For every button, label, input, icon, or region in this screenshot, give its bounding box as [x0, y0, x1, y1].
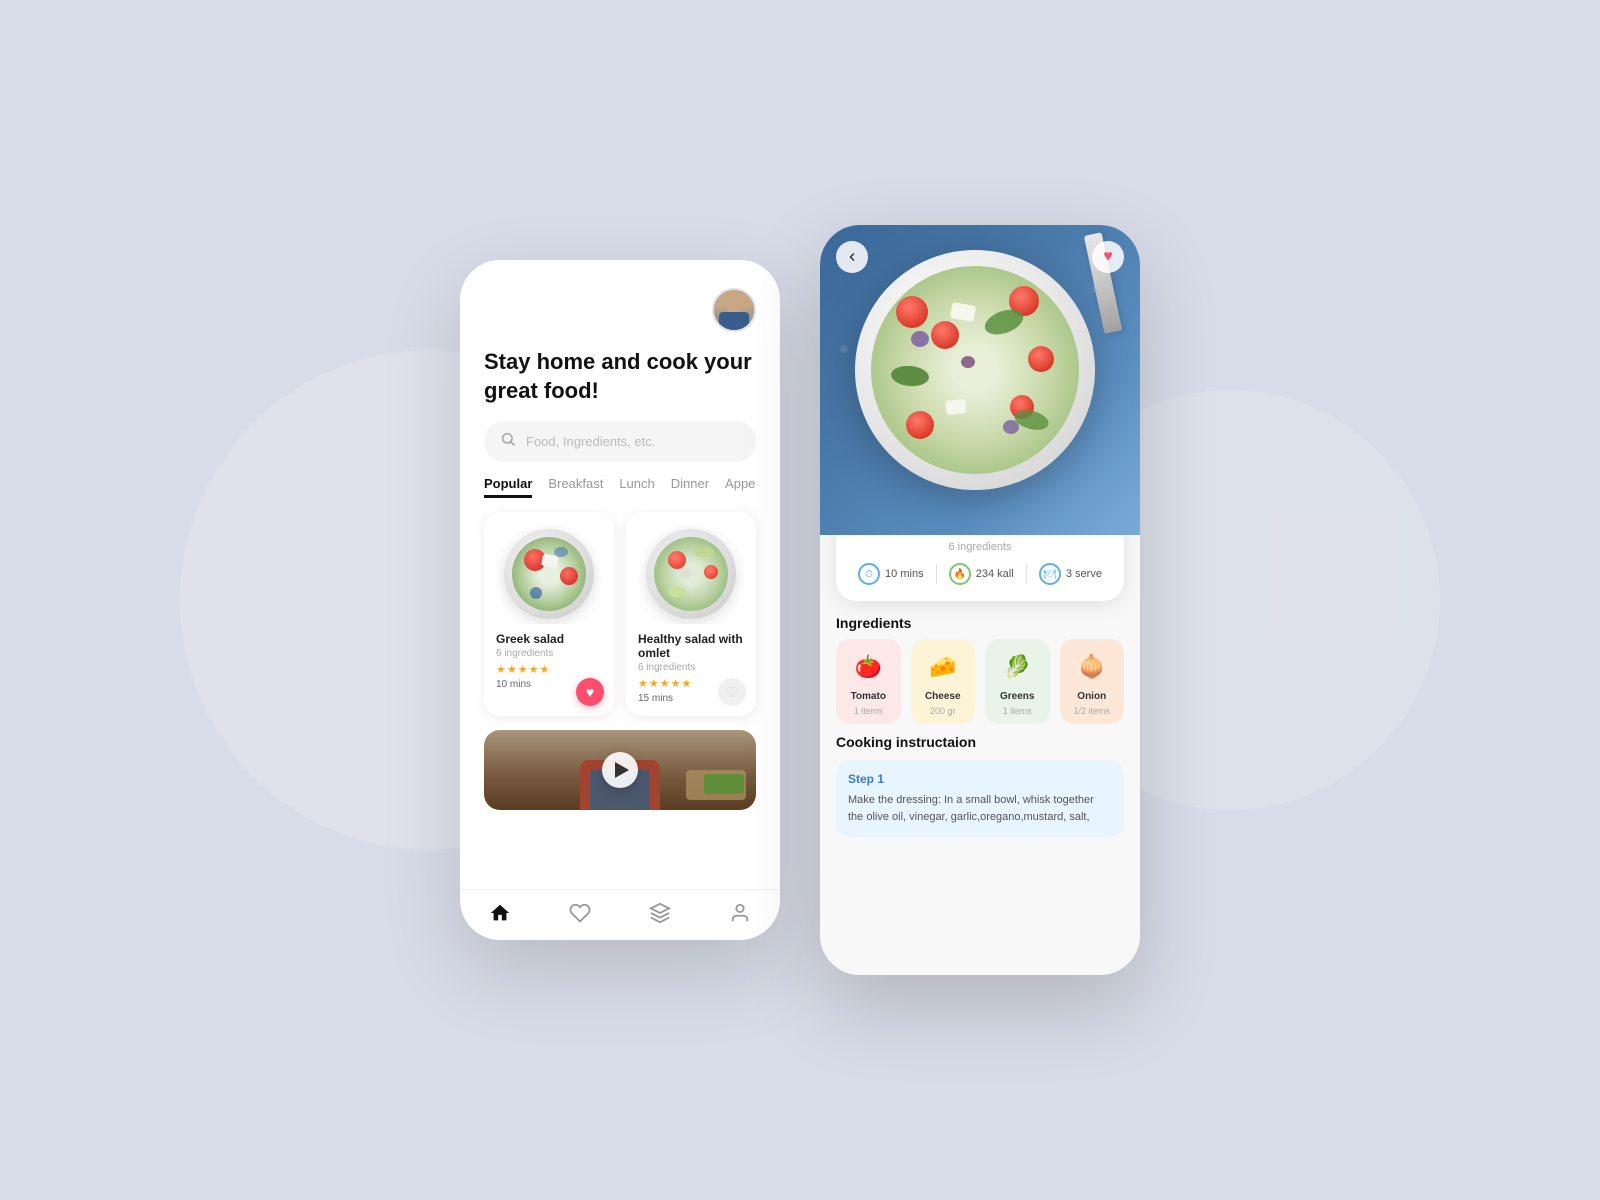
tabs-row: Popular Breakfast Lunch Dinner Appe	[460, 462, 780, 498]
heart-button-1[interactable]: ♥	[576, 678, 604, 706]
ingredients-row: 🍅 Tomato 1 items 🧀 Cheese 200 gr 🥬 Green…	[820, 639, 1140, 724]
phone2-screen: ♥ Greek Salad 6 ingredients ⏱ 10 mins	[820, 225, 1140, 975]
tomato-icon: 🍅	[848, 647, 888, 687]
ingredients-section-title: Ingredients	[820, 601, 1140, 639]
ingredient-greens: 🥬 Greens 1 items	[985, 639, 1050, 724]
recipe-hero-image: ♥	[820, 225, 1140, 535]
tab-popular[interactable]: Popular	[484, 476, 532, 498]
bottom-nav	[460, 889, 780, 940]
play-icon	[615, 762, 629, 778]
food-card-ingredients-1: 6 ingredients	[496, 648, 602, 659]
greens-name: Greens	[1000, 691, 1034, 702]
star-5: ★	[540, 663, 550, 676]
nav-profile[interactable]	[729, 902, 751, 924]
hero-title-section: Stay home and cook your great food!	[460, 332, 780, 405]
food-cards-row: Greek salad 6 ingredients ★ ★ ★ ★ ★ 10 m…	[460, 498, 780, 716]
phone1-header	[460, 260, 780, 332]
tab-dinner[interactable]: Dinner	[671, 476, 709, 498]
video-section[interactable]	[484, 730, 756, 810]
play-button[interactable]	[602, 752, 638, 788]
food-card-name-2: Healthy salad with omlet	[638, 632, 744, 660]
tab-lunch[interactable]: Lunch	[619, 476, 654, 498]
star-2: ★	[507, 663, 517, 676]
star-4: ★	[529, 663, 539, 676]
cheese-icon: 🧀	[923, 647, 963, 687]
recipe-ingredients-count: 6 ingredients	[852, 541, 1108, 553]
phone1-screen: Stay home and cook your great food! Food…	[460, 260, 780, 940]
ingredient-onion: 🧅 Onion 1/2 items	[1060, 639, 1125, 724]
tab-appe[interactable]: Appe	[725, 476, 755, 498]
search-placeholder: Food, Ingredients, etc.	[526, 434, 655, 449]
search-icon	[500, 431, 516, 452]
food-card-greek-salad[interactable]: Greek salad 6 ingredients ★ ★ ★ ★ ★ 10 m…	[484, 512, 614, 716]
star-3: ★	[518, 663, 528, 676]
cheese-amount: 200 gr	[930, 706, 956, 716]
avatar[interactable]	[712, 288, 756, 332]
recipe-name: Greek Salad	[852, 535, 1108, 539]
food-card-ingredients-2: 6 ingredients	[638, 662, 744, 673]
recipe-heart-button[interactable]: ♥	[1092, 241, 1124, 273]
greens-icon: 🥬	[997, 647, 1037, 687]
star-5b: ★	[682, 677, 692, 690]
time-value: 10 mins	[885, 568, 924, 580]
tomato-name: Tomato	[851, 691, 886, 702]
cooking-section: Cooking instructaion Step 1 Make the dre…	[820, 724, 1140, 853]
nav-home[interactable]	[489, 902, 511, 924]
recipe-content: Greek Salad 6 ingredients ⏱ 10 mins 🔥 23…	[820, 535, 1140, 975]
ingredient-cheese: 🧀 Cheese 200 gr	[911, 639, 976, 724]
cooking-section-title: Cooking instructaion	[836, 734, 1124, 750]
stat-time: ⏱ 10 mins	[858, 563, 924, 585]
search-bar[interactable]: Food, Ingredients, etc.	[484, 421, 756, 462]
hero-plate	[855, 250, 1105, 500]
recipe-info-card: Greek Salad 6 ingredients ⏱ 10 mins 🔥 23…	[836, 535, 1124, 601]
star-1b: ★	[638, 677, 648, 690]
food-card-healthy-salad[interactable]: Healthy salad with omlet 6 ingredients ★…	[626, 512, 756, 716]
calories-value: 234 kall	[976, 568, 1014, 580]
onion-icon: 🧅	[1072, 647, 1112, 687]
onion-amount: 1/2 items	[1073, 706, 1110, 716]
food-card-name-1: Greek salad	[496, 632, 602, 646]
tomato-amount: 1 items	[854, 706, 883, 716]
onion-name: Onion	[1077, 691, 1106, 702]
cheese-name: Cheese	[925, 691, 961, 702]
step-1-text: Make the dressing: In a small bowl, whis…	[848, 792, 1112, 825]
stat-separator-1	[936, 564, 937, 584]
serve-icon: 🍽	[1039, 563, 1061, 585]
stat-separator-2	[1026, 564, 1027, 584]
step-1-label: Step 1	[848, 772, 1112, 786]
star-2b: ★	[649, 677, 659, 690]
star-4b: ★	[671, 677, 681, 690]
fire-icon: 🔥	[949, 563, 971, 585]
heart-button-2[interactable]: ♡	[718, 678, 746, 706]
tab-breakfast[interactable]: Breakfast	[548, 476, 603, 498]
serve-value: 3 serve	[1066, 568, 1102, 580]
nav-favorites[interactable]	[569, 902, 591, 924]
stat-serve: 🍽 3 serve	[1039, 563, 1102, 585]
nav-layers[interactable]	[649, 902, 671, 924]
food-card-image-1	[496, 524, 602, 624]
back-button[interactable]	[836, 241, 868, 273]
step-1-card: Step 1 Make the dressing: In a small bow…	[836, 760, 1124, 837]
stars-row-1: ★ ★ ★ ★ ★	[496, 663, 602, 676]
star-1: ★	[496, 663, 506, 676]
ingredient-tomato: 🍅 Tomato 1 items	[836, 639, 901, 724]
greens-amount: 1 items	[1003, 706, 1032, 716]
stat-calories: 🔥 234 kall	[949, 563, 1014, 585]
hero-title: Stay home and cook your great food!	[484, 348, 756, 405]
time-icon: ⏱	[858, 563, 880, 585]
star-3b: ★	[660, 677, 670, 690]
food-card-image-2	[638, 524, 744, 624]
recipe-stats: ⏱ 10 mins 🔥 234 kall 🍽 3 serve	[852, 563, 1108, 585]
